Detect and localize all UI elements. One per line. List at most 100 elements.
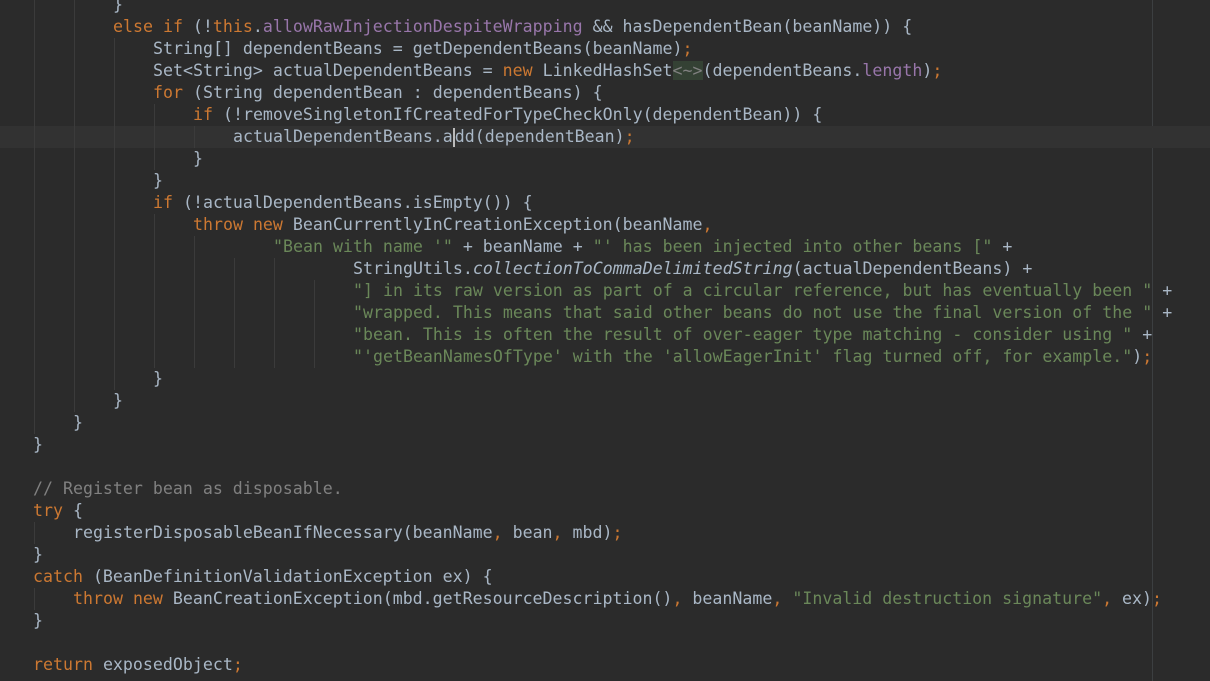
code-token: { xyxy=(62,501,83,520)
code-line[interactable]: else if (!this.allowRawInjectionDespiteW… xyxy=(0,16,1210,38)
code-line[interactable]: try { xyxy=(0,500,1210,522)
code-line[interactable]: } xyxy=(0,0,1210,16)
indent-guide xyxy=(34,16,35,38)
line-text: else if (!this.allowRawInjectionDespiteW… xyxy=(113,16,912,38)
line-text: } xyxy=(153,170,163,192)
code-line[interactable]: if (!actualDependentBeans.isEmpty()) { xyxy=(0,192,1210,214)
code-token: (!removeSingletonIfCreatedForTypeCheckOn… xyxy=(212,105,823,124)
indent-guide xyxy=(114,368,115,390)
code-line[interactable]: for (String dependentBean : dependentBea… xyxy=(0,82,1210,104)
code-token: StringUtils. xyxy=(353,259,473,278)
code-token: ) xyxy=(1132,347,1143,366)
code-token: + beanName + xyxy=(452,237,593,256)
indent-guide xyxy=(74,82,75,104)
indent-guide xyxy=(74,214,75,236)
code-token: , xyxy=(772,589,783,608)
code-token: BeanCreationException(mbd.getResourceDes… xyxy=(162,589,673,608)
indent-guide xyxy=(154,346,155,368)
code-line[interactable] xyxy=(0,456,1210,478)
indent-guide xyxy=(114,148,115,170)
indent-guide xyxy=(114,236,115,258)
indent-guide xyxy=(114,104,115,126)
code-token: allowRawInjectionDespiteWrapping xyxy=(262,17,583,36)
code-token: } xyxy=(33,545,43,564)
code-token: , xyxy=(1102,589,1113,608)
indent-guide xyxy=(74,0,75,16)
code-token: "'getBeanNamesOfType' with the 'allowEag… xyxy=(353,347,1133,366)
indent-guide xyxy=(154,236,155,258)
code-editor[interactable]: } else if (!this.allowRawInjectionDespite… xyxy=(0,0,1210,681)
code-line[interactable]: } xyxy=(0,368,1210,390)
code-line[interactable]: throw new BeanCurrentlyInCreationExcepti… xyxy=(0,214,1210,236)
line-text: } xyxy=(193,148,203,170)
code-line[interactable]: } xyxy=(0,610,1210,632)
indent-guide xyxy=(114,60,115,82)
code-token: "bean. This is often the result of over-… xyxy=(353,325,1133,344)
code-line[interactable]: } xyxy=(0,390,1210,412)
indent-guide xyxy=(274,258,275,280)
indent-guide xyxy=(114,346,115,368)
code-token: dd(dependentBean) xyxy=(454,127,625,146)
indent-guide xyxy=(74,368,75,390)
line-text: StringUtils.collectionToCommaDelimitedSt… xyxy=(353,258,1032,280)
code-line[interactable]: } xyxy=(0,412,1210,434)
code-line[interactable]: } xyxy=(0,434,1210,456)
code-line[interactable] xyxy=(0,632,1210,654)
indent-guide xyxy=(234,258,235,280)
indent-guide xyxy=(194,302,195,324)
code-line[interactable]: "wrapped. This means that said other bea… xyxy=(0,302,1210,324)
code-line[interactable]: registerDisposableBeanIfNecessary(beanNa… xyxy=(0,522,1210,544)
code-line[interactable]: Set<String> actualDependentBeans = new L… xyxy=(0,60,1210,82)
indent-guide xyxy=(114,214,115,236)
code-area[interactable]: } else if (!this.allowRawInjectionDespite… xyxy=(0,0,1210,676)
indent-guide xyxy=(194,280,195,302)
indent-guide xyxy=(34,324,35,346)
indent-guide xyxy=(34,302,35,324)
indent-guide xyxy=(74,170,75,192)
code-token: (actualDependentBeans) + xyxy=(792,259,1033,278)
code-token: String[] dependentBeans = getDependentBe… xyxy=(153,39,683,58)
code-token: throw new xyxy=(73,589,163,608)
code-line[interactable]: "'getBeanNamesOfType' with the 'allowEag… xyxy=(0,346,1210,368)
code-token: "wrapped. This means that said other bea… xyxy=(353,303,1153,322)
code-token: "Bean with name '" xyxy=(273,237,453,256)
code-line[interactable]: catch (BeanDefinitionValidationException… xyxy=(0,566,1210,588)
code-token: ; xyxy=(612,523,623,542)
line-text: throw new BeanCreationException(mbd.getR… xyxy=(73,588,1162,610)
code-line[interactable]: "bean. This is often the result of over-… xyxy=(0,324,1210,346)
code-token: (dependentBeans. xyxy=(702,61,863,80)
code-token: + xyxy=(992,237,1013,256)
code-line[interactable]: } xyxy=(0,544,1210,566)
code-line[interactable]: } xyxy=(0,148,1210,170)
code-token: ) xyxy=(922,61,933,80)
code-line[interactable]: // Register bean as disposable. xyxy=(0,478,1210,500)
code-token: ; xyxy=(1152,589,1163,608)
code-line[interactable]: "] in its raw version as part of a circu… xyxy=(0,280,1210,302)
code-line[interactable]: StringUtils.collectionToCommaDelimitedSt… xyxy=(0,258,1210,280)
code-token: collectionToCommaDelimitedString xyxy=(472,259,793,278)
code-line[interactable]: "Bean with name '" + beanName + "' has b… xyxy=(0,236,1210,258)
code-token: return xyxy=(33,655,93,674)
line-text: return exposedObject; xyxy=(33,654,243,676)
indent-guide xyxy=(154,258,155,280)
code-token: mbd) xyxy=(562,523,613,542)
line-text: Set<String> actualDependentBeans = new L… xyxy=(153,60,942,82)
indent-guide xyxy=(34,588,35,610)
indent-guide xyxy=(74,192,75,214)
code-token: ; xyxy=(624,127,635,146)
line-text: } xyxy=(33,544,43,566)
code-line[interactable]: return exposedObject; xyxy=(0,654,1210,676)
indent-guide xyxy=(314,280,315,302)
current-code-line[interactable]: actualDependentBeans.a dd(dependentBean); xyxy=(0,126,1210,148)
indent-guide xyxy=(34,280,35,302)
indent-guide xyxy=(114,38,115,60)
code-line[interactable]: } xyxy=(0,170,1210,192)
code-line[interactable]: String[] dependentBeans = getDependentBe… xyxy=(0,38,1210,60)
indent-guide xyxy=(194,258,195,280)
indent-guide xyxy=(154,324,155,346)
code-line[interactable]: throw new BeanCreationException(mbd.getR… xyxy=(0,588,1210,610)
indent-guide xyxy=(34,82,35,104)
code-token: } xyxy=(113,391,123,410)
code-line[interactable]: if (!removeSingletonIfCreatedForTypeChec… xyxy=(0,104,1210,126)
